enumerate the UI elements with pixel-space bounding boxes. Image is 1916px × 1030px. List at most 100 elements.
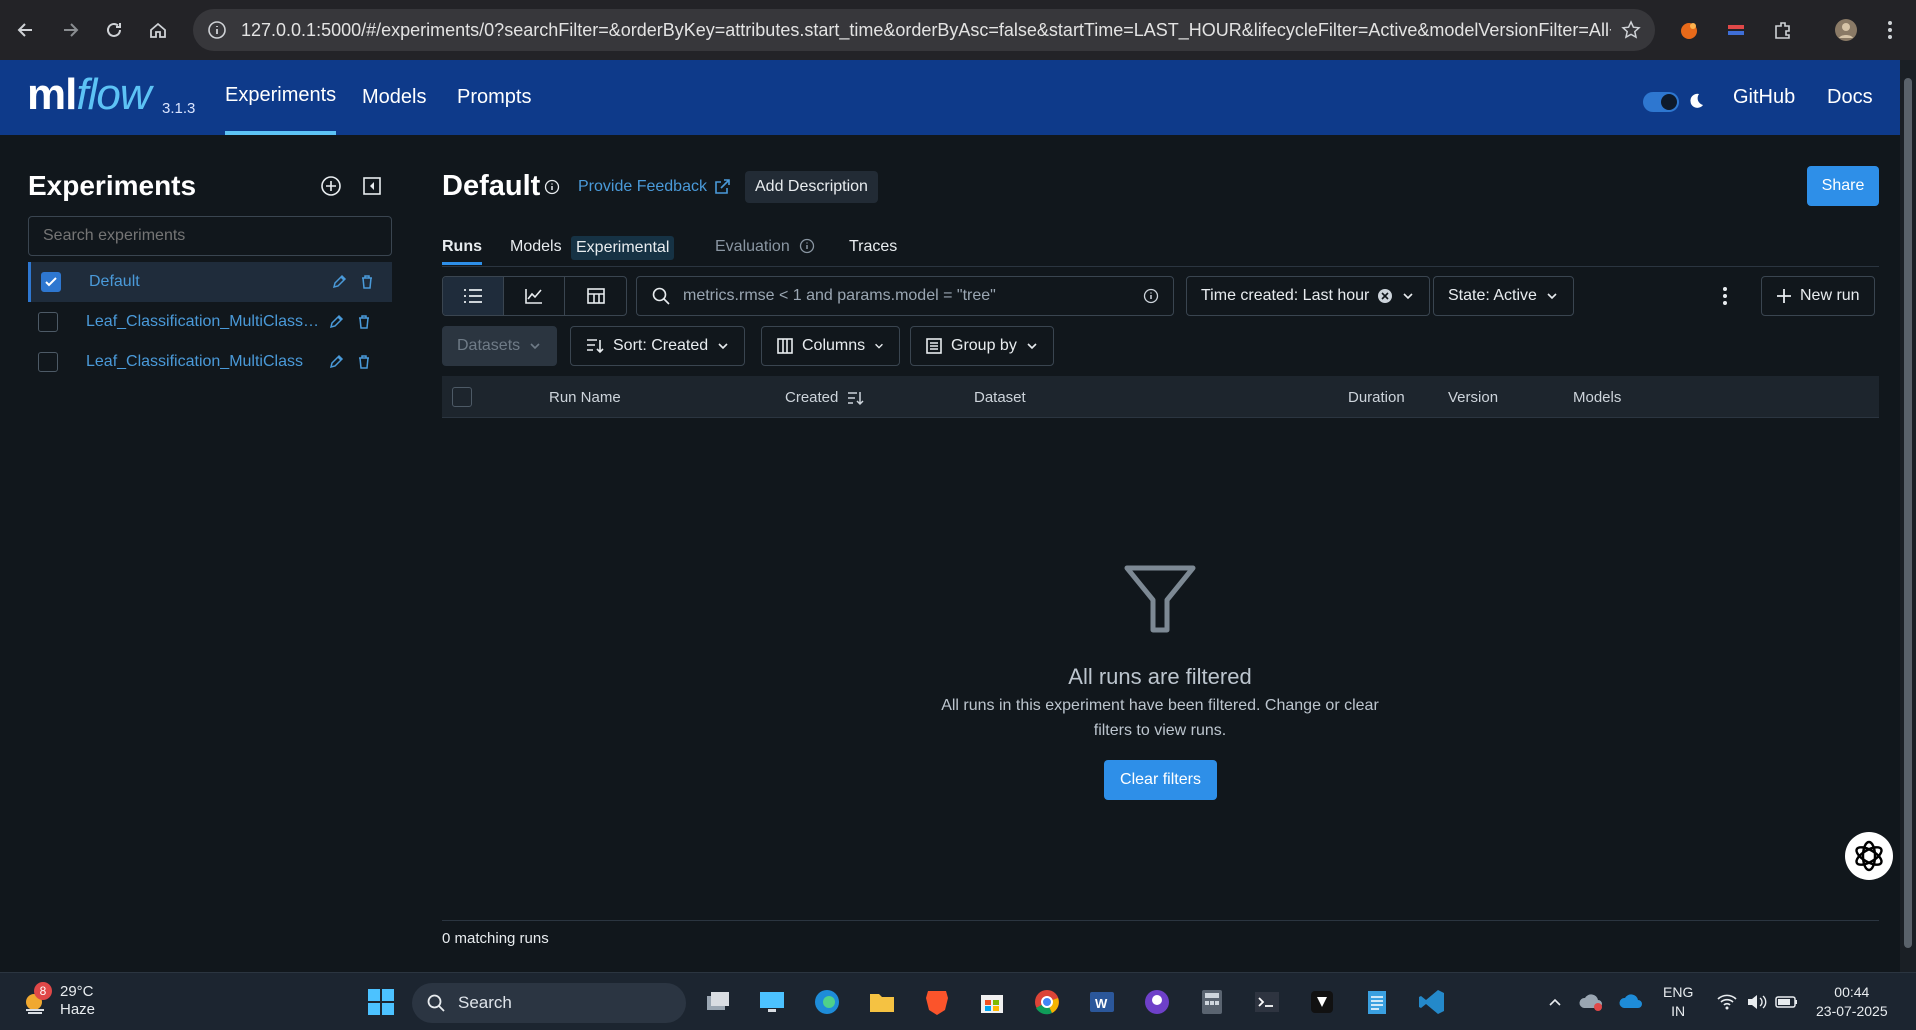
datasets-label[interactable]: Datasets — [457, 337, 520, 355]
column-header[interactable]: Models — [1573, 389, 1621, 406]
edit-icon[interactable] — [322, 308, 350, 336]
search-info-icon[interactable] — [1143, 288, 1159, 304]
list-view-icon[interactable] — [443, 277, 504, 315]
chevron-up-icon[interactable] — [1538, 985, 1572, 1019]
nav-experiments[interactable]: Experiments — [225, 60, 337, 135]
column-header[interactable]: Duration — [1348, 389, 1405, 406]
microsoft-store-icon[interactable] — [975, 985, 1009, 1019]
edit-icon[interactable] — [322, 348, 350, 376]
notepad-icon[interactable] — [1360, 985, 1394, 1019]
tab-traces[interactable]: Traces — [849, 238, 897, 256]
experiment-label[interactable]: Leaf_Classification_MultiClass- Cl... — [86, 313, 322, 331]
taskbar-search[interactable]: Search — [412, 983, 686, 1023]
clock[interactable]: 00:44 23-07-2025 — [1816, 983, 1888, 1021]
state-filter-label[interactable]: State: Active — [1448, 287, 1537, 305]
provide-feedback-link[interactable]: Provide Feedback — [578, 178, 731, 196]
theme-toggle[interactable] — [1643, 92, 1679, 112]
battery-icon[interactable] — [1770, 985, 1804, 1019]
sort-dropdown[interactable]: Sort: Created — [570, 326, 746, 366]
sort-desc-icon[interactable] — [846, 390, 864, 406]
onedrive-error-icon[interactable] — [1575, 985, 1609, 1019]
tab-evaluation[interactable]: Evaluation — [715, 238, 790, 256]
clear-filters-button[interactable]: Clear filters — [1104, 760, 1217, 800]
taskbar-search-label[interactable]: Search — [458, 993, 512, 1013]
state-filter[interactable]: State: Active — [1433, 276, 1574, 316]
back-icon[interactable] — [8, 12, 44, 48]
sidebar-item-leaf-cl[interactable]: Leaf_Classification_MultiClass- Cl... — [28, 302, 392, 342]
select-all-checkbox[interactable] — [452, 387, 472, 407]
column-header-label[interactable]: Created — [785, 389, 838, 406]
runs-search-input[interactable]: metrics.rmse < 1 and params.model = "tre… — [636, 276, 1174, 316]
chart-view-icon[interactable] — [504, 277, 565, 315]
group-by-label[interactable]: Group by — [951, 337, 1017, 355]
edge-browser-icon[interactable] — [810, 985, 844, 1019]
sort-label[interactable]: Sort: Created — [613, 337, 708, 355]
trash-icon[interactable] — [353, 268, 381, 296]
collapse-sidebar-icon[interactable] — [362, 176, 382, 196]
extension-icon-2[interactable] — [1720, 14, 1752, 46]
tab-runs[interactable]: Runs — [442, 238, 482, 265]
trash-icon[interactable] — [350, 308, 378, 336]
experiment-label[interactable]: Leaf_Classification_MultiClass — [86, 353, 322, 371]
extensions-puzzle-icon[interactable] — [1767, 14, 1799, 46]
info-icon[interactable] — [544, 179, 560, 195]
more-options-icon[interactable] — [1722, 286, 1728, 306]
chrome-icon[interactable] — [1030, 985, 1064, 1019]
calculator-icon[interactable] — [1195, 985, 1229, 1019]
profile-avatar[interactable] — [1830, 14, 1862, 46]
experiment-label[interactable]: Default — [89, 273, 325, 291]
sidebar-item-leaf[interactable]: Leaf_Classification_MultiClass — [28, 342, 392, 382]
time-filter-label[interactable]: Time created: Last hour — [1201, 287, 1369, 305]
sidebar-item-default[interactable]: Default — [28, 262, 392, 302]
word-icon[interactable]: W — [1085, 985, 1119, 1019]
site-info-icon[interactable] — [207, 20, 227, 40]
columns-label[interactable]: Columns — [802, 337, 865, 355]
vscode-icon[interactable] — [1415, 985, 1449, 1019]
github-desktop-icon[interactable] — [1140, 985, 1174, 1019]
share-button[interactable]: Share — [1807, 166, 1879, 206]
experiment-checkbox[interactable] — [38, 312, 58, 332]
wifi-icon[interactable] — [1710, 985, 1744, 1019]
desktop-icon[interactable] — [755, 985, 789, 1019]
terminal-icon[interactable] — [1250, 985, 1284, 1019]
task-view-icon[interactable] — [700, 985, 734, 1019]
add-description-button[interactable]: Add Description — [745, 171, 878, 203]
edit-icon[interactable] — [325, 268, 353, 296]
columns-dropdown[interactable]: Columns — [761, 326, 901, 366]
column-header-created[interactable]: Created — [785, 389, 864, 406]
experiment-checkbox[interactable] — [41, 272, 61, 292]
language-indicator[interactable]: ENG IN — [1663, 983, 1693, 1021]
page-scrollbar[interactable] — [1900, 60, 1916, 972]
experiment-checkbox[interactable] — [38, 352, 58, 372]
forward-icon[interactable] — [52, 12, 88, 48]
windows-start-icon[interactable] — [364, 985, 398, 1019]
search-query[interactable]: metrics.rmse < 1 and params.model = "tre… — [683, 287, 1143, 305]
column-header[interactable]: Dataset — [974, 389, 1026, 406]
new-run-label[interactable]: New run — [1800, 287, 1860, 305]
trash-icon[interactable] — [350, 348, 378, 376]
brave-browser-icon[interactable] — [920, 985, 954, 1019]
add-experiment-icon[interactable] — [320, 175, 342, 197]
nav-models[interactable]: Models — [362, 60, 426, 135]
column-header[interactable]: Run Name — [549, 389, 621, 406]
nav-prompts[interactable]: Prompts — [457, 60, 531, 135]
evaluation-info-icon[interactable] — [799, 238, 815, 254]
weather-widget[interactable]: 8 29°C Haze — [20, 982, 95, 1019]
group-by-dropdown[interactable]: Group by — [910, 326, 1054, 366]
reload-icon[interactable] — [96, 12, 132, 48]
app-icon[interactable] — [1305, 985, 1339, 1019]
mlflow-logo[interactable]: mlflow — [27, 70, 152, 120]
nav-docs[interactable]: Docs — [1827, 60, 1873, 135]
search-experiments-input[interactable] — [28, 216, 392, 256]
clear-circle-icon[interactable] — [1377, 288, 1393, 304]
feedback-label[interactable]: Provide Feedback — [578, 178, 707, 196]
file-explorer-icon[interactable] — [865, 985, 899, 1019]
bookmark-star-icon[interactable] — [1621, 20, 1641, 40]
new-run-button[interactable]: New run — [1761, 276, 1875, 316]
menu-kebab-icon[interactable] — [1874, 14, 1906, 46]
home-icon[interactable] — [140, 12, 176, 48]
volume-icon[interactable] — [1740, 985, 1774, 1019]
assistant-icon[interactable] — [1845, 832, 1893, 880]
datasets-dropdown[interactable]: Datasets — [442, 326, 558, 366]
onedrive-icon[interactable] — [1615, 985, 1649, 1019]
